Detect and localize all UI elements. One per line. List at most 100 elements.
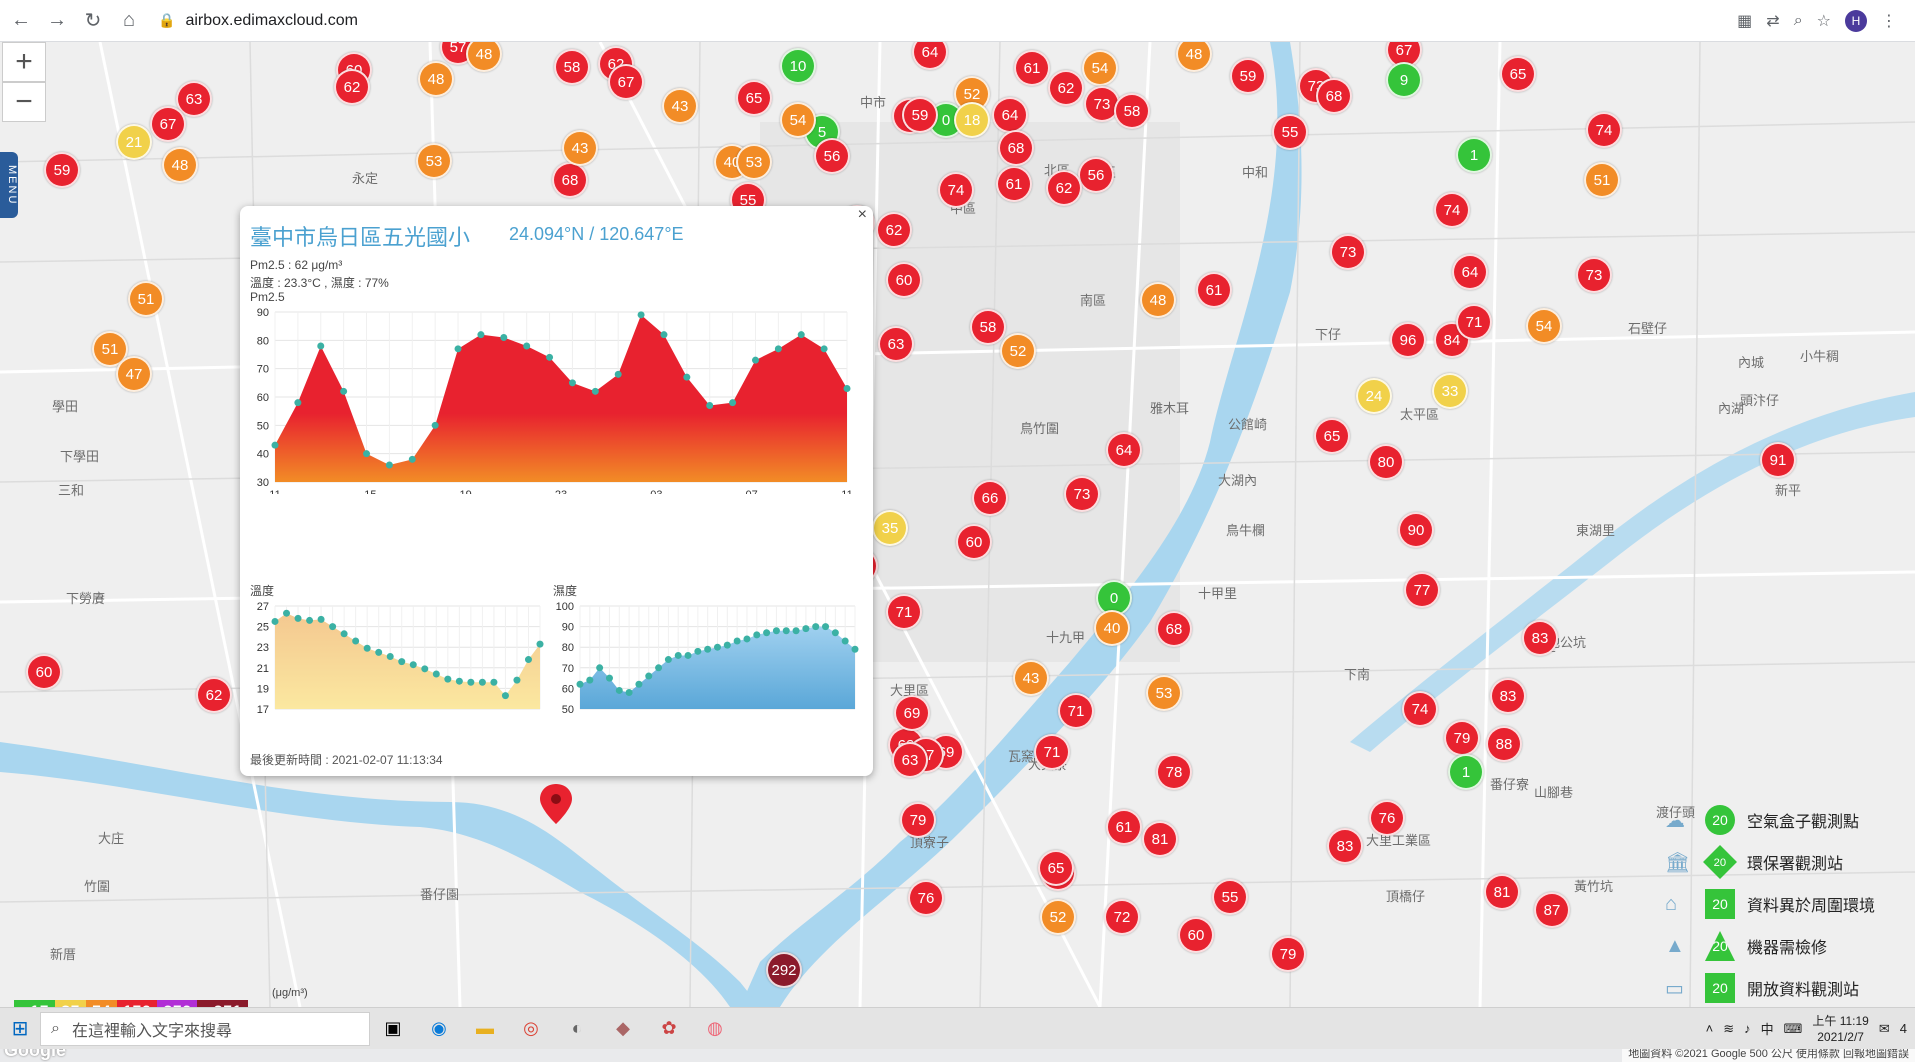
station-marker[interactable]: 76: [908, 880, 944, 916]
app-icon[interactable]: ◍: [692, 1008, 738, 1050]
station-marker[interactable]: 62: [334, 69, 370, 105]
station-marker[interactable]: 60: [1178, 917, 1214, 953]
station-marker[interactable]: 61: [1196, 272, 1232, 308]
station-marker[interactable]: 65: [1038, 850, 1074, 886]
station-marker[interactable]: 51: [1584, 162, 1620, 198]
station-marker[interactable]: 60: [886, 262, 922, 298]
station-marker[interactable]: 79: [1270, 936, 1306, 972]
station-marker[interactable]: 61: [1106, 809, 1142, 845]
station-marker[interactable]: 62: [1046, 170, 1082, 206]
station-marker[interactable]: 74: [1402, 691, 1438, 727]
station-marker[interactable]: 74: [1586, 112, 1622, 148]
address-bar[interactable]: 🔒 airbox.edimaxcloud.com: [158, 6, 1698, 36]
station-marker[interactable]: 48: [1140, 282, 1176, 318]
station-marker[interactable]: 62: [196, 677, 232, 713]
volume-icon[interactable]: ♪: [1744, 1021, 1751, 1036]
station-marker[interactable]: 66: [972, 480, 1008, 516]
station-marker[interactable]: 59: [902, 97, 938, 133]
station-marker[interactable]: 79: [1444, 720, 1480, 756]
station-marker[interactable]: 83: [1327, 828, 1363, 864]
windows-start-icon[interactable]: ⊞: [0, 1016, 40, 1041]
star-icon[interactable]: ☆: [1817, 11, 1831, 31]
station-marker[interactable]: 73: [1064, 476, 1100, 512]
station-marker[interactable]: 52: [1040, 899, 1076, 935]
close-button[interactable]: ×: [858, 206, 867, 224]
station-marker[interactable]: 76: [1369, 800, 1405, 836]
keyboard-icon[interactable]: ⌨: [1784, 1021, 1803, 1037]
selected-pin-icon[interactable]: [540, 784, 572, 840]
station-marker[interactable]: 61: [996, 166, 1032, 202]
station-marker[interactable]: 64: [1106, 432, 1142, 468]
app-icon[interactable]: ✿: [646, 1008, 692, 1050]
station-marker[interactable]: 54: [1526, 308, 1562, 344]
station-marker[interactable]: 67: [150, 106, 186, 142]
station-marker[interactable]: 40: [1094, 610, 1130, 646]
station-marker[interactable]: 59: [1230, 58, 1266, 94]
station-marker[interactable]: 63: [878, 326, 914, 362]
station-marker[interactable]: 73: [1576, 257, 1612, 293]
station-marker[interactable]: 64: [1452, 254, 1488, 290]
station-marker[interactable]: 77: [1404, 572, 1440, 608]
station-marker[interactable]: 71: [1058, 693, 1094, 729]
station-marker[interactable]: 292: [766, 952, 802, 988]
station-marker[interactable]: 65: [1314, 418, 1350, 454]
station-marker[interactable]: 91: [1760, 442, 1796, 478]
station-marker[interactable]: 83: [1490, 678, 1526, 714]
station-marker[interactable]: 88: [1486, 726, 1522, 762]
zoom-in-button[interactable]: +: [2, 42, 46, 82]
station-marker[interactable]: 43: [1013, 660, 1049, 696]
chrome-icon[interactable]: ◎: [508, 1008, 554, 1050]
translate-icon[interactable]: ⇄: [1766, 11, 1779, 31]
station-marker[interactable]: 1: [1456, 137, 1492, 173]
station-marker[interactable]: 65: [1500, 56, 1536, 92]
edge-icon[interactable]: ◉: [416, 1008, 462, 1050]
station-marker[interactable]: 90: [1398, 512, 1434, 548]
task-view-icon[interactable]: ▣: [370, 1008, 416, 1050]
station-marker[interactable]: 59: [44, 152, 80, 188]
station-marker[interactable]: 81: [1484, 874, 1520, 910]
station-marker[interactable]: 81: [1142, 821, 1178, 857]
taskbar-search[interactable]: ⌕ 在這裡輸入文字來搜尋: [40, 1011, 370, 1046]
station-marker[interactable]: 73: [1330, 234, 1366, 270]
station-marker[interactable]: 80: [1368, 444, 1404, 480]
station-marker[interactable]: 64: [992, 97, 1028, 133]
station-marker[interactable]: 78: [1156, 754, 1192, 790]
zoom-out-button[interactable]: −: [2, 82, 46, 122]
station-marker[interactable]: 68: [1156, 611, 1192, 647]
station-marker[interactable]: 9: [1386, 62, 1422, 98]
app-icon[interactable]: ◐: [554, 1008, 600, 1050]
forward-icon[interactable]: →: [42, 6, 72, 36]
chevron-up-icon[interactable]: ˄: [1706, 1021, 1714, 1036]
station-marker[interactable]: 58: [554, 49, 590, 85]
station-marker[interactable]: 74: [938, 172, 974, 208]
station-marker[interactable]: 71: [886, 594, 922, 630]
ime-indicator[interactable]: 中: [1761, 1019, 1774, 1038]
station-marker[interactable]: 48: [418, 61, 454, 97]
zoom-icon[interactable]: ⌕: [1794, 12, 1803, 30]
home-icon[interactable]: ⌂: [114, 6, 144, 36]
station-marker[interactable]: 51: [128, 281, 164, 317]
station-marker[interactable]: 71: [1034, 734, 1070, 770]
station-marker[interactable]: 54: [780, 102, 816, 138]
station-marker[interactable]: 68: [1316, 78, 1352, 114]
more-icon[interactable]: ⋮: [1881, 11, 1897, 31]
station-marker[interactable]: 48: [162, 147, 198, 183]
station-marker[interactable]: 33: [1432, 373, 1468, 409]
station-marker[interactable]: 56: [814, 138, 850, 174]
network-icon[interactable]: ≋: [1723, 1021, 1734, 1037]
station-marker[interactable]: 60: [956, 524, 992, 560]
station-marker[interactable]: 63: [892, 742, 928, 778]
station-marker[interactable]: 71: [1456, 304, 1492, 340]
station-marker[interactable]: 18: [954, 102, 990, 138]
station-marker[interactable]: 69: [894, 695, 930, 731]
station-marker[interactable]: 83: [1522, 620, 1558, 656]
station-marker[interactable]: 67: [608, 64, 644, 100]
clock[interactable]: 上午 11:19 2021/2/7: [1812, 1013, 1868, 1045]
station-marker[interactable]: 60: [26, 654, 62, 690]
station-marker[interactable]: 55: [1212, 879, 1248, 915]
station-marker[interactable]: 53: [736, 144, 772, 180]
back-icon[interactable]: ←: [6, 6, 36, 36]
station-marker[interactable]: 79: [900, 802, 936, 838]
station-marker[interactable]: 1: [1448, 754, 1484, 790]
station-marker[interactable]: 47: [116, 356, 152, 392]
